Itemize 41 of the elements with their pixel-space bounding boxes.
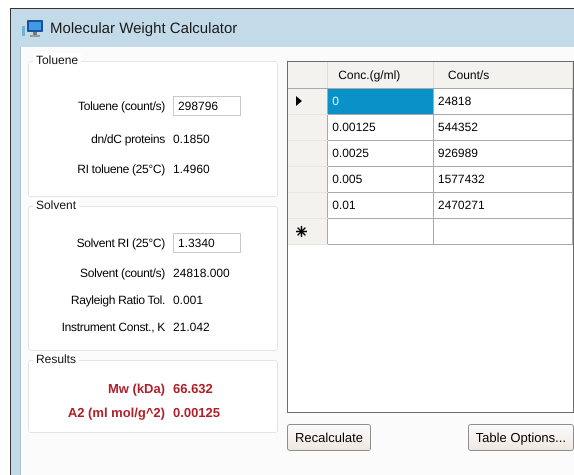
group-title: Solvent bbox=[33, 198, 80, 212]
app-icon bbox=[22, 18, 44, 38]
table-cell[interactable]: 1577432 bbox=[433, 166, 572, 192]
table-cell[interactable]: 544352 bbox=[433, 114, 572, 140]
field-label: Toluene (count/s) bbox=[77, 99, 165, 113]
column-header[interactable]: Count/s bbox=[433, 62, 572, 88]
corner-header bbox=[288, 62, 328, 88]
data-grid[interactable]: Conc.(g/ml) Count/s 0 24818 0.00125 544352 0.0025 926989 0.005 1577432 0.01 2470271 bbox=[287, 61, 574, 413]
field-value: 21.042 bbox=[173, 320, 211, 334]
field-label: A2 (ml mol/g^2) bbox=[66, 405, 165, 420]
table-cell[interactable] bbox=[433, 218, 572, 244]
group-title: Results bbox=[33, 352, 80, 366]
column-header[interactable]: Conc.(g/ml) bbox=[328, 62, 434, 88]
table-cell[interactable]: 0.005 bbox=[328, 166, 434, 192]
table-cell[interactable]: 2470271 bbox=[433, 192, 572, 218]
field-value: 1.4960 bbox=[173, 162, 211, 176]
field-label: Rayleigh Ratio Tol. bbox=[70, 293, 165, 307]
row-header[interactable] bbox=[288, 88, 328, 114]
result-value: 0.00125 bbox=[173, 405, 221, 420]
field-label: Mw (kDa) bbox=[106, 381, 165, 396]
field-label: RI toluene (25°C) bbox=[76, 162, 165, 176]
field-value: 0.001 bbox=[173, 293, 204, 307]
field-value: 0.1850 bbox=[173, 132, 211, 146]
group-title: Toluene bbox=[33, 53, 82, 67]
result-value: 66.632 bbox=[173, 381, 214, 396]
field-value: 24818.000 bbox=[173, 266, 231, 280]
input-field[interactable]: 1.3340 bbox=[173, 233, 241, 253]
table-cell[interactable]: 0.00125 bbox=[328, 114, 434, 140]
field-label: Instrument Const., K bbox=[60, 320, 165, 334]
field-label: Solvent RI (25°C) bbox=[76, 236, 165, 250]
table-cell[interactable]: 24818 bbox=[433, 88, 572, 114]
window-title: Molecular Weight Calculator bbox=[50, 20, 238, 36]
action-button[interactable]: Table Options... bbox=[468, 424, 574, 451]
table-cell[interactable]: 0.01 bbox=[328, 192, 434, 218]
action-button[interactable]: Recalculate bbox=[287, 424, 371, 451]
table-cell[interactable]: 926989 bbox=[433, 140, 572, 166]
field-label: Solvent (count/s) bbox=[79, 266, 165, 280]
table-cell[interactable] bbox=[328, 218, 434, 244]
table-cell[interactable]: 0.0025 bbox=[328, 140, 434, 166]
input-field[interactable]: 298796 bbox=[173, 96, 241, 116]
field-label: dn/dC proteins bbox=[90, 132, 165, 146]
